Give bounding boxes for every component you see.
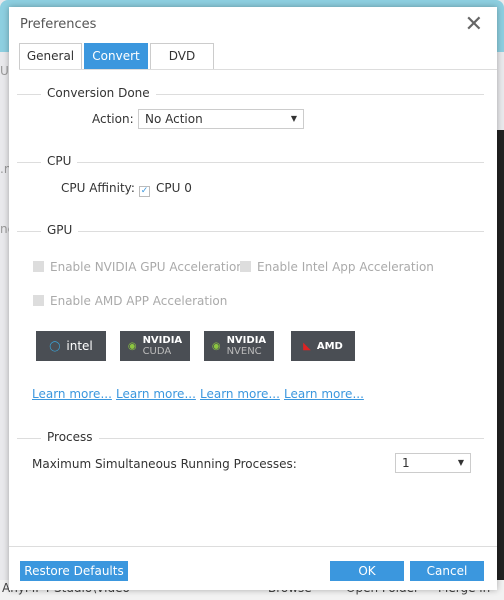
max-processes-select[interactable]: 1 ▼ — [395, 453, 471, 473]
tab-bar: General Convert DVD — [19, 43, 216, 69]
amd-logo: ◣ AMD — [291, 331, 355, 361]
section-conversion-done: Conversion Done — [17, 86, 484, 101]
tab-dvd[interactable]: DVD — [150, 43, 214, 69]
learn-more-amd-link[interactable]: Learn more... — [284, 387, 364, 401]
cpu0-label: CPU 0 — [156, 181, 192, 195]
max-processes-value: 1 — [402, 456, 410, 470]
nvidia-cuda-logo: ◉ NVIDIA CUDA — [120, 331, 190, 361]
ok-button[interactable]: OK — [330, 561, 404, 581]
dropdown-arrow-icon: ▼ — [290, 114, 297, 123]
section-process: Process — [17, 430, 484, 445]
tab-convert[interactable]: Convert — [84, 43, 148, 69]
footer-divider — [9, 546, 497, 547]
dialog-title: Preferences — [20, 17, 97, 32]
nvidia-accel-label: Enable NVIDIA GPU Acceleration — [50, 260, 244, 274]
dropdown-arrow-icon: ▼ — [457, 458, 464, 467]
learn-more-intel-link[interactable]: Learn more... — [32, 387, 112, 401]
section-gpu: GPU — [17, 223, 484, 238]
intel-accel-checkbox[interactable]: Enable Intel App Acceleration — [240, 260, 434, 274]
section-heading: Conversion Done — [41, 86, 156, 100]
cpu-affinity-label: CPU Affinity: — [61, 181, 135, 195]
cpu0-checkbox[interactable]: ✓ CPU 0 — [139, 181, 192, 197]
close-icon[interactable]: ✕ — [465, 12, 483, 37]
amd-accel-checkbox[interactable]: Enable AMD APP Acceleration — [33, 294, 227, 308]
cancel-button[interactable]: Cancel — [410, 561, 484, 581]
learn-more-nvenc-link[interactable]: Learn more... — [200, 387, 280, 401]
action-select[interactable]: No Action ▼ — [138, 109, 304, 129]
intel-logo: ◯ intel — [36, 331, 106, 361]
section-heading: GPU — [41, 223, 79, 237]
restore-defaults-button[interactable]: Restore Defaults — [20, 561, 128, 581]
tab-divider — [19, 69, 497, 70]
checkmark-icon: ✓ — [139, 186, 150, 197]
nvidia-nvenc-logo: ◉ NVIDIA NVENC — [204, 331, 274, 361]
learn-more-cuda-link[interactable]: Learn more... — [116, 387, 196, 401]
section-cpu: CPU — [17, 154, 484, 169]
action-label: Action: — [92, 112, 134, 126]
intel-accel-label: Enable Intel App Acceleration — [257, 260, 434, 274]
nvidia-accel-checkbox[interactable]: Enable NVIDIA GPU Acceleration — [33, 260, 244, 274]
action-value: No Action — [145, 112, 203, 126]
tab-general[interactable]: General — [19, 43, 82, 69]
app-preview-edge — [496, 130, 504, 590]
section-heading: CPU — [41, 154, 78, 168]
section-heading: Process — [41, 430, 99, 444]
amd-accel-label: Enable AMD APP Acceleration — [50, 294, 228, 308]
preferences-dialog: Preferences ✕ General Convert DVD Conver… — [9, 7, 497, 590]
max-processes-label: Maximum Simultaneous Running Processes: — [32, 457, 297, 471]
